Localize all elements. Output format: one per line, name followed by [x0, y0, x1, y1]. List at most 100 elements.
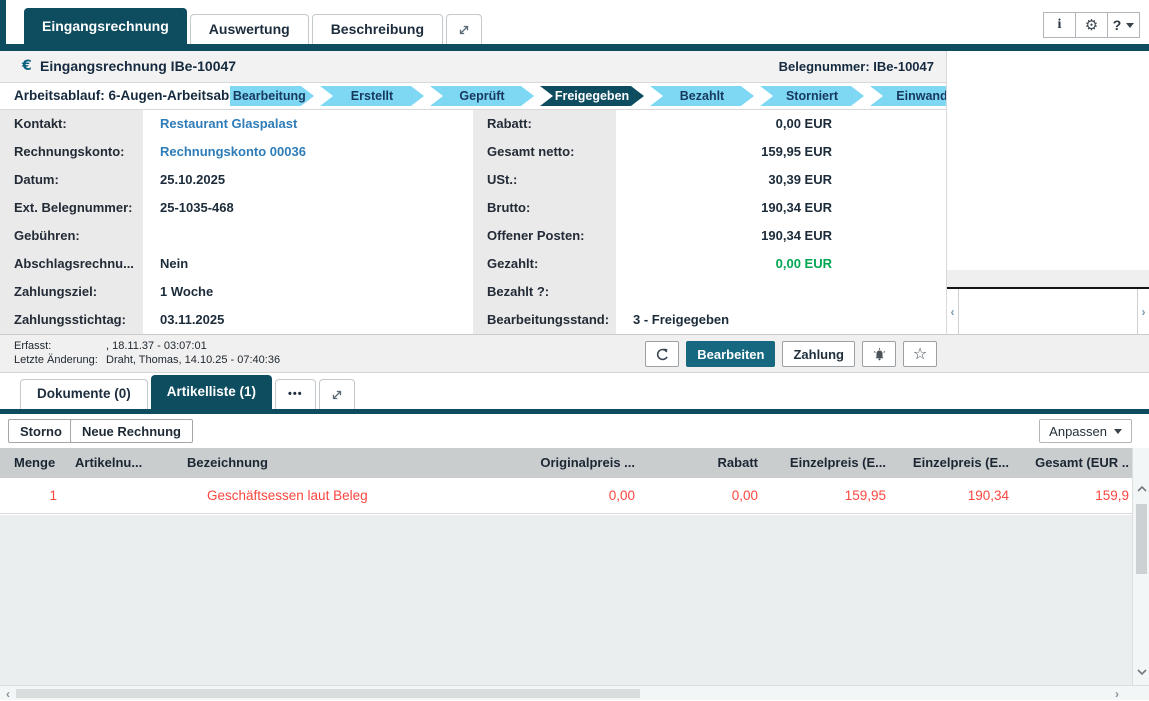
expand-tabs-button[interactable]: [446, 14, 482, 44]
customize-label: Anpassen: [1049, 424, 1107, 439]
storno-button[interactable]: Storno: [8, 419, 74, 443]
euro-icon: €: [22, 51, 32, 82]
scroll-left-button[interactable]: ‹: [0, 686, 16, 701]
chevron-down-icon: [1137, 669, 1147, 675]
record-header: € Eingangsrechnung IBe-10047 Belegnummer…: [0, 51, 946, 83]
vertical-scroll-thumb[interactable]: [1136, 504, 1147, 574]
tab-label: Beschreibung: [331, 21, 424, 37]
field-label-rechnungskonto: Rechnungskonto:: [0, 138, 143, 166]
created-label: Erfasst:: [14, 340, 106, 354]
field-grid: Kontakt: Restaurant Glaspalast Rabatt: 0…: [0, 110, 946, 334]
table-empty-area: [0, 515, 1132, 685]
scroll-right-button[interactable]: ›: [1138, 289, 1149, 334]
field-value-kontakt[interactable]: Restaurant Glaspalast: [143, 110, 473, 138]
favorite-button[interactable]: ☆: [903, 341, 937, 367]
scroll-up-button[interactable]: [1133, 482, 1149, 496]
column-header-rabatt[interactable]: Rabatt: [638, 448, 761, 478]
field-label-zahlungsstichtag: Zahlungsstichtag:: [0, 306, 143, 334]
top-tab-bar: Eingangsrechnung Auswertung Beschreibung…: [0, 0, 1149, 44]
cell-originalpreis: 0,00: [488, 478, 638, 513]
field-value-rabatt: 0,00 EUR: [616, 110, 947, 138]
new-invoice-button[interactable]: Neue Rechnung: [70, 419, 193, 443]
vertical-scrollbar[interactable]: [1132, 448, 1149, 685]
alarm-button[interactable]: [862, 341, 896, 367]
workflow-step-freigegeben[interactable]: Freigegeben: [540, 86, 644, 106]
modified-label: Letzte Änderung:: [14, 354, 106, 368]
workflow-label: Arbeitsablauf: 6-Augen-Arbeitsablauf: [14, 83, 253, 109]
tab-artikelliste[interactable]: Artikelliste (1): [151, 375, 272, 409]
workflow-step-bezahlt[interactable]: Bezahlt: [650, 86, 754, 106]
workflow-step-erstellt[interactable]: Erstellt: [320, 86, 424, 106]
workflow-step-einwand[interactable]: Einwand: [870, 86, 946, 106]
field-value-brutto: 190,34 EUR: [616, 194, 947, 222]
tab-eingangsrechnung[interactable]: Eingangsrechnung: [24, 8, 187, 44]
field-label-kontakt: Kontakt:: [0, 110, 143, 138]
field-label-brutto: Brutto:: [473, 194, 616, 222]
top-tabs: Eingangsrechnung Auswertung Beschreibung: [24, 8, 482, 44]
field-label-datum: Datum:: [0, 166, 143, 194]
field-value-rechnungskonto[interactable]: Rechnungskonto 00036: [143, 138, 473, 166]
window-actions: i ⚙ ?: [1044, 12, 1140, 38]
column-header-einzelpreis-1[interactable]: Einzelpreis (E...: [761, 448, 889, 478]
workflow-step-storniert[interactable]: Storniert: [760, 86, 864, 106]
table-row[interactable]: 1 Geschäftsessen laut Beleg 0,00 0,00 15…: [0, 478, 1132, 514]
cell-einzelpreis-1: 159,95: [761, 478, 889, 513]
horizontal-scrollbar[interactable]: ‹ ›: [0, 685, 1149, 700]
field-value-gebuehren: [143, 222, 473, 250]
column-header-artikelnummer[interactable]: Artikelnu...: [66, 448, 166, 478]
side-panel-scroll-strip: ‹ ›: [947, 289, 1149, 334]
field-value-ext-belegnummer: 25-1035-468: [143, 194, 473, 222]
field-label-ust: USt.:: [473, 166, 616, 194]
chevron-up-icon: [1137, 486, 1147, 492]
column-header-einzelpreis-2[interactable]: Einzelpreis (E...: [889, 448, 1012, 478]
field-label-gebuehren: Gebühren:: [0, 222, 143, 250]
field-value-bearbeitungsstand: 3 - Freigegeben: [616, 306, 947, 334]
help-button[interactable]: ?: [1107, 12, 1140, 38]
workflow-step-geprueft[interactable]: Geprüft: [430, 86, 534, 106]
cell-rabatt: 0,00: [638, 478, 761, 513]
created-value: , 18.11.37 - 03:07:01: [106, 340, 280, 354]
tab-dokumente[interactable]: Dokumente (0): [20, 379, 148, 409]
corner-accent: [0, 0, 6, 44]
field-value-zahlungsziel: 1 Woche: [143, 278, 473, 306]
horizontal-scroll-thumb[interactable]: [16, 689, 640, 698]
field-value-gesamt-netto: 159,95 EUR: [616, 138, 947, 166]
invoice-form-panel: € Eingangsrechnung IBe-10047 Belegnummer…: [0, 51, 947, 334]
help-icon: ?: [1113, 17, 1122, 33]
edit-button[interactable]: Bearbeiten: [686, 341, 775, 367]
gear-icon: ⚙: [1085, 18, 1098, 33]
scroll-left-button[interactable]: ‹: [947, 289, 958, 334]
tab-beschreibung[interactable]: Beschreibung: [312, 14, 443, 44]
workflow-step-in-bearbeitung[interactable]: In Bearbeitung: [230, 86, 314, 106]
scroll-down-button[interactable]: [1133, 665, 1149, 679]
detail-tabs-group: Dokumente (0) Artikelliste (1) •••: [20, 375, 355, 409]
refresh-button[interactable]: [645, 341, 679, 367]
tab-auswertung[interactable]: Auswertung: [190, 14, 309, 44]
field-value-zahlungsstichtag: 03.11.2025: [143, 306, 473, 334]
scroll-right-button[interactable]: ›: [1109, 686, 1125, 701]
settings-button[interactable]: ⚙: [1075, 12, 1108, 38]
refresh-icon: [655, 347, 670, 362]
star-icon: ☆: [913, 346, 927, 362]
record-actions: Bearbeiten Zahlung ☆: [645, 341, 937, 367]
column-header-gesamt[interactable]: Gesamt (EUR ..: [1012, 448, 1132, 478]
side-panel-scroll-track: [958, 289, 1138, 334]
column-header-bezeichnung[interactable]: Bezeichnung: [166, 448, 488, 478]
info-button[interactable]: i: [1043, 12, 1076, 38]
field-label-rabatt: Rabatt:: [473, 110, 616, 138]
more-tabs-button[interactable]: •••: [275, 379, 316, 409]
field-label-gesamt-netto: Gesamt netto:: [473, 138, 616, 166]
chevron-down-icon: [1126, 23, 1134, 28]
customize-button[interactable]: Anpassen: [1039, 419, 1132, 443]
app-window: { "colors": { "accent_teal": "#0e4c60", …: [0, 0, 1149, 700]
workflow-steps: In Bearbeitung Erstellt Geprüft Freigege…: [230, 83, 946, 109]
modified-value: Draht, Thomas, 14.10.25 - 07:40:36: [106, 354, 280, 368]
expand-detail-button[interactable]: [319, 379, 355, 409]
column-header-originalpreis[interactable]: Originalpreis ...: [488, 448, 638, 478]
expand-icon: [457, 23, 471, 37]
field-value-ust: 30,39 EUR: [616, 166, 947, 194]
cell-bezeichnung: Geschäftsessen laut Beleg: [166, 478, 488, 513]
payment-button[interactable]: Zahlung: [782, 341, 855, 367]
column-header-menge[interactable]: Menge: [0, 448, 66, 478]
tab-label: Eingangsrechnung: [42, 18, 169, 34]
